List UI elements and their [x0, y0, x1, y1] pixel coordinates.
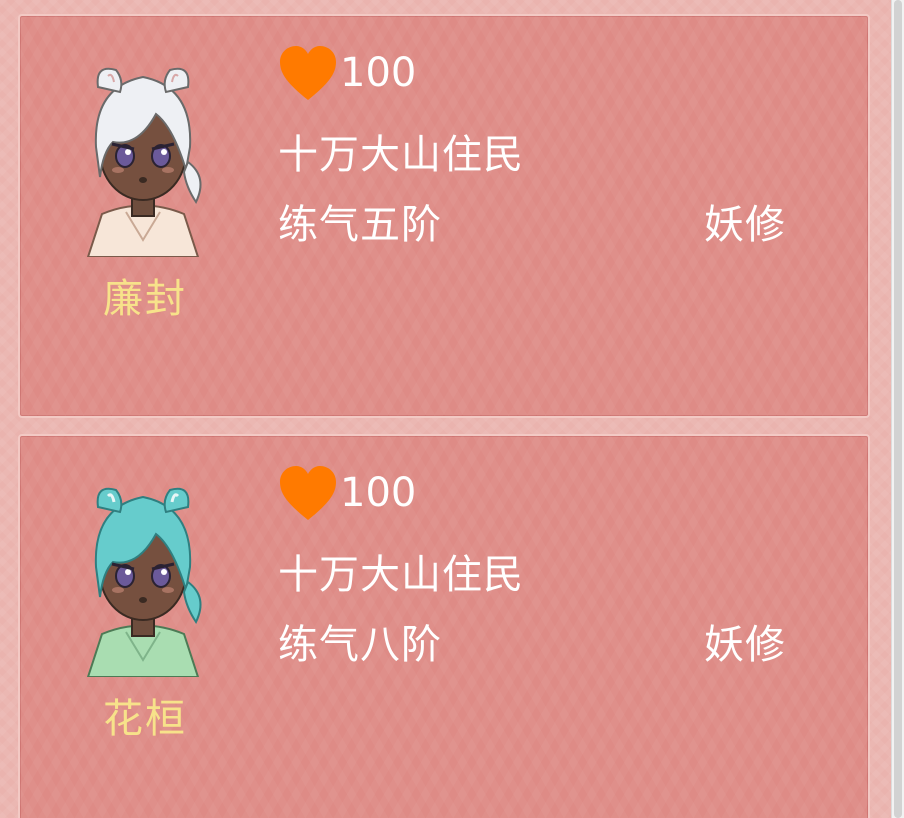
heart-icon [280, 466, 336, 520]
character-portrait [86, 67, 202, 257]
scrollbar-thumb[interactable] [894, 0, 902, 818]
hp-display: 100 [278, 42, 416, 104]
heart-icon [280, 46, 336, 100]
character-name: 花桓 [103, 696, 187, 742]
character-portrait [86, 487, 202, 677]
hp-value: 100 [340, 50, 417, 96]
character-origin: 十万大山住民 [278, 552, 524, 598]
character-card-1[interactable]: 廉封 100 十万大山住民 练气五阶 妖修 [18, 14, 870, 418]
character-name: 廉封 [103, 276, 187, 322]
scrollbar-track[interactable] [891, 0, 904, 818]
hp-display: 100 [278, 462, 416, 524]
character-card-2[interactable]: 花桓 100 十万大山住民 练气八阶 妖修 [18, 434, 870, 818]
cultivation-realm: 练气五阶 [278, 202, 442, 248]
character-type: 妖修 [704, 622, 786, 668]
hp-value: 100 [340, 470, 417, 516]
character-type: 妖修 [704, 202, 786, 248]
character-origin: 十万大山住民 [278, 132, 524, 178]
cultivation-realm: 练气八阶 [278, 622, 442, 668]
